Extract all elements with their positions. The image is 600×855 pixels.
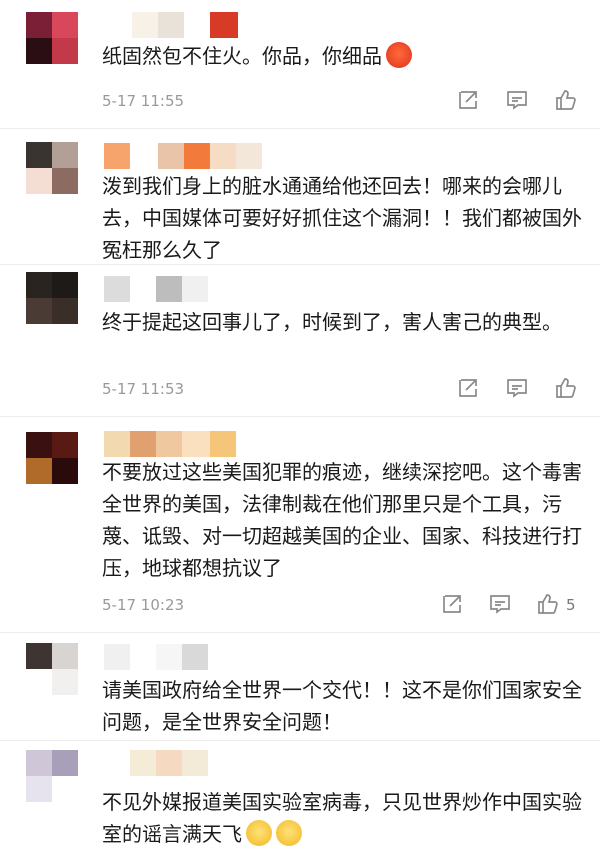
avatar[interactable] <box>26 643 78 695</box>
username-blurred[interactable] <box>104 12 238 38</box>
shy-face-icon <box>276 820 302 846</box>
thumbs-up-icon[interactable] <box>554 376 578 400</box>
thumbs-up-icon[interactable] <box>536 592 560 616</box>
avatar-tile <box>26 458 52 484</box>
avatar[interactable] <box>26 432 78 484</box>
divider <box>0 416 600 417</box>
avatar-tile <box>52 776 78 802</box>
avatar-tile <box>26 298 52 324</box>
comment-icon[interactable] <box>505 88 529 112</box>
divider <box>0 632 600 633</box>
share-icon[interactable] <box>456 88 480 112</box>
avatar-tile <box>26 12 52 38</box>
shy-face-icon <box>246 820 272 846</box>
thumbs-up-icon[interactable] <box>554 88 578 112</box>
avatar-tile <box>26 750 52 776</box>
timestamp: 5-17 10:23 <box>102 596 185 614</box>
username-blurred[interactable] <box>104 276 208 302</box>
angry-face-icon <box>386 42 412 68</box>
avatar-tile <box>52 272 78 298</box>
avatar[interactable] <box>26 750 78 802</box>
avatar[interactable] <box>26 12 78 64</box>
comment-text: 不见外媒报道美国实验室病毒，只见世界炒作中国实验室的谣言满天飞 <box>102 790 582 846</box>
comment-icon[interactable] <box>488 592 512 616</box>
divider <box>0 740 600 741</box>
comment-meta: 5-17 11:55 <box>102 88 582 114</box>
divider <box>0 128 600 129</box>
avatar-tile <box>52 38 78 64</box>
comment-text: 纸固然包不住火。你品，你细品 <box>102 40 582 72</box>
avatar[interactable] <box>26 142 78 194</box>
comment-text: 请美国政府给全世界一个交代！！这不是你们国家安全问题，是全世界安全问题！ <box>102 678 582 734</box>
username-blurred[interactable] <box>104 750 208 776</box>
avatar[interactable] <box>26 272 78 324</box>
avatar-tile <box>26 168 52 194</box>
avatar-tile <box>26 38 52 64</box>
avatar-tile <box>52 669 78 695</box>
avatar-tile <box>52 12 78 38</box>
share-icon[interactable] <box>440 592 464 616</box>
username-blurred[interactable] <box>104 143 262 169</box>
comment-text: 不要放过这些美国犯罪的痕迹，继续深挖吧。这个毒害全世界的美国，法律制裁在他们那里… <box>102 460 582 580</box>
comment-meta: 5-17 11:53 <box>102 376 582 402</box>
share-icon[interactable] <box>456 376 480 400</box>
like-count: 5 <box>566 596 576 614</box>
avatar-tile <box>26 776 52 802</box>
comment-meta: 5-17 10:23 5 <box>102 592 582 618</box>
avatar-tile <box>52 142 78 168</box>
timestamp: 5-17 11:53 <box>102 380 185 398</box>
avatar-tile <box>52 298 78 324</box>
comment-icon[interactable] <box>505 376 529 400</box>
username-blurred[interactable] <box>104 431 236 457</box>
avatar-tile <box>52 750 78 776</box>
avatar-tile <box>52 168 78 194</box>
avatar-tile <box>52 643 78 669</box>
avatar-tile <box>26 669 52 695</box>
username-blurred[interactable] <box>104 644 208 670</box>
comment-text: 泼到我们身上的脏水通通给他还回去！哪来的会哪儿去，中国媒体可要好好抓住这个漏洞！… <box>102 174 582 262</box>
avatar-tile <box>26 142 52 168</box>
avatar-tile <box>26 432 52 458</box>
avatar-tile <box>26 272 52 298</box>
avatar-tile <box>26 643 52 669</box>
divider <box>0 264 600 265</box>
avatar-tile <box>52 432 78 458</box>
timestamp: 5-17 11:55 <box>102 92 185 110</box>
comment-text: 终于提起这回事儿了，时候到了，害人害己的典型。 <box>102 310 562 334</box>
avatar-tile <box>52 458 78 484</box>
